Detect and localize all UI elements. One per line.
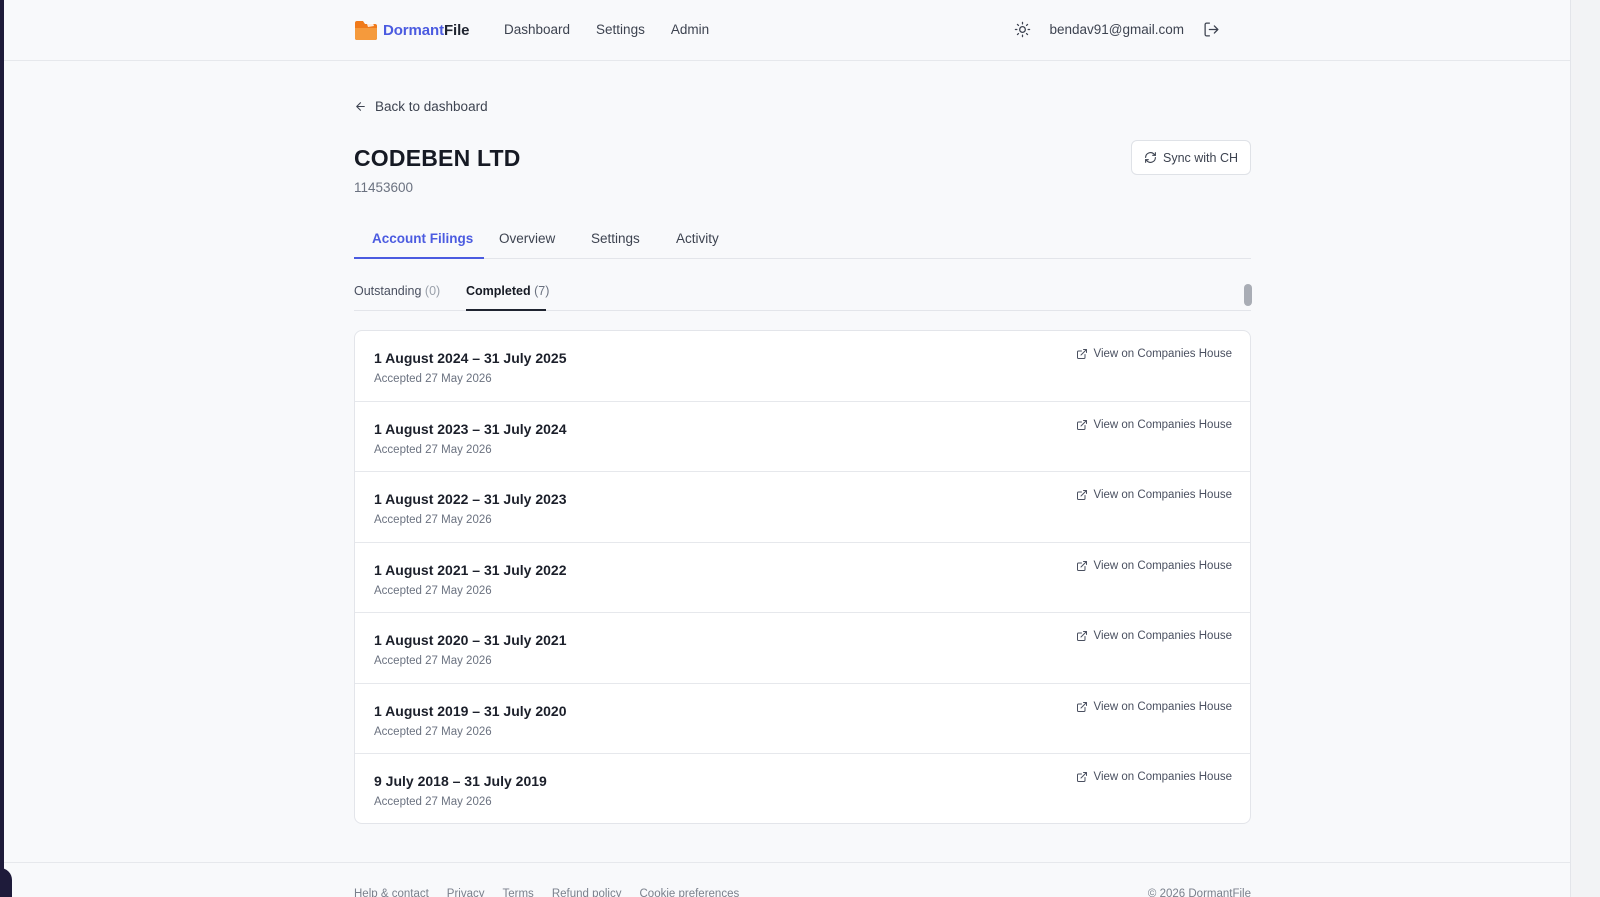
subtab-completed-label: Completed	[466, 284, 531, 298]
external-link-icon	[1077, 490, 1088, 500]
filing-row: 1 August 2022 – 31 July 2023 Accepted 27…	[355, 472, 1250, 543]
link-label: View on Companies House	[1093, 418, 1232, 431]
filing-accepted-date: Accepted 27 May 2026	[374, 443, 492, 456]
external-link-icon	[1077, 349, 1088, 359]
view-on-companies-house-link[interactable]: View on Companies House	[1076, 348, 1232, 360]
filing-period: 1 August 2023 – 31 July 2024	[374, 420, 567, 437]
view-on-companies-house-link[interactable]: View on Companies House	[1076, 630, 1232, 642]
view-on-companies-house-link[interactable]: View on Companies House	[1076, 419, 1232, 431]
filing-row: 1 August 2019 – 31 July 2020 Accepted 27…	[355, 684, 1250, 754]
tab-activity[interactable]: Activity	[676, 231, 719, 246]
filing-period: 1 August 2019 – 31 July 2020	[374, 702, 567, 719]
main-tabs: Account Filings Overview Settings Activi…	[354, 222, 1251, 259]
filing-row: 9 July 2018 – 31 July 2019 Accepted 27 M…	[355, 754, 1250, 823]
filing-period: 1 August 2020 – 31 July 2021	[374, 632, 567, 648]
tab-settings[interactable]: Settings	[591, 231, 640, 246]
link-label: View on Companies House	[1093, 489, 1232, 501]
filing-accepted-date: Accepted 27 May 2026	[374, 725, 492, 738]
active-tab-indicator	[354, 257, 484, 259]
view-on-companies-house-link[interactable]: View on Companies House	[1076, 560, 1232, 572]
footer-link-terms[interactable]: Terms	[503, 888, 534, 897]
sync-with-ch-button[interactable]: Sync with CH	[1131, 140, 1251, 175]
filing-row: 1 August 2023 – 31 July 2024 Accepted 27…	[355, 402, 1250, 472]
external-link-icon	[1077, 701, 1088, 712]
filing-subtabs: Outstanding (0) Completed (7)	[354, 280, 1251, 311]
brand-name-part1: Dormant	[383, 21, 444, 39]
filings-list: 1 August 2024 – 31 July 2025 Accepted 27…	[354, 330, 1251, 824]
sun-icon[interactable]	[1013, 20, 1031, 38]
user-email: bendav91@gmail.com	[1049, 21, 1184, 37]
external-link-icon	[1077, 419, 1088, 430]
subtab-outstanding-count: (0)	[424, 284, 441, 298]
footer-link-privacy[interactable]: Privacy	[447, 888, 485, 897]
footer-link-help[interactable]: Help & contact	[354, 888, 429, 897]
subtab-completed-count: (7)	[534, 284, 550, 298]
link-label: View on Companies House	[1093, 559, 1232, 572]
brand-logo[interactable]: DormantFile	[354, 19, 470, 41]
link-label: View on Companies House	[1093, 700, 1232, 713]
subtab-completed[interactable]: Completed (7)	[466, 284, 549, 298]
logout-icon[interactable]	[1202, 20, 1220, 38]
filing-row: 1 August 2021 – 31 July 2022 Accepted 27…	[355, 543, 1250, 613]
view-on-companies-house-link[interactable]: View on Companies House	[1076, 701, 1232, 713]
company-number: 11453600	[354, 180, 414, 195]
back-to-dashboard-link[interactable]: Back to dashboard	[354, 99, 488, 114]
nav-dashboard[interactable]: Dashboard	[504, 22, 570, 37]
copyright: © 2026 DormantFile	[1147, 888, 1251, 897]
page-title: CODEBEN LTD	[354, 145, 521, 171]
filing-accepted-date: Accepted 27 May 2026	[374, 514, 492, 526]
link-label: View on Companies House	[1093, 348, 1232, 360]
filing-period: 1 August 2022 – 31 July 2023	[374, 491, 567, 507]
view-on-companies-house-link[interactable]: View on Companies House	[1076, 771, 1232, 783]
tab-overview[interactable]: Overview	[499, 231, 555, 246]
back-label: Back to dashboard	[375, 99, 488, 114]
external-link-icon	[1077, 560, 1088, 571]
filing-accepted-date: Accepted 27 May 2026	[374, 655, 492, 667]
view-on-companies-house-link[interactable]: View on Companies House	[1076, 489, 1232, 501]
filing-row: 1 August 2020 – 31 July 2021 Accepted 27…	[355, 613, 1250, 684]
footer-links: Help & contact Privacy Terms Refund poli…	[354, 888, 739, 897]
filing-accepted-date: Accepted 27 May 2026	[374, 796, 492, 808]
link-label: View on Companies House	[1093, 630, 1232, 642]
external-link-icon	[1077, 631, 1088, 641]
filing-accepted-date: Accepted 27 May 2026	[374, 584, 492, 597]
refresh-icon	[1145, 152, 1156, 163]
user-area: bendav91@gmail.com	[1013, 20, 1220, 38]
folder-logo-icon	[355, 21, 377, 40]
brand-name-part2: File	[443, 21, 470, 39]
footer-link-cookies[interactable]: Cookie preferences	[640, 888, 740, 897]
link-label: View on Companies House	[1093, 771, 1232, 783]
filing-row: 1 August 2024 – 31 July 2025 Accepted 27…	[355, 331, 1250, 402]
top-navbar: DormantFile Dashboard Settings Admin ben…	[4, 0, 1570, 61]
active-subtab-indicator	[466, 309, 546, 311]
filing-period: 9 July 2018 – 31 July 2019	[374, 773, 547, 789]
filing-period: 1 August 2021 – 31 July 2022	[374, 561, 567, 578]
scrollbar-thumb[interactable]	[1244, 284, 1252, 306]
nav-admin[interactable]: Admin	[671, 22, 709, 37]
subtab-outstanding[interactable]: Outstanding (0)	[354, 284, 440, 298]
tab-account-filings[interactable]: Account Filings	[372, 231, 473, 246]
arrow-left-icon	[356, 102, 365, 111]
external-link-icon	[1077, 772, 1088, 782]
filing-accepted-date: Accepted 27 May 2026	[374, 373, 492, 385]
page-footer: Help & contact Privacy Terms Refund poli…	[4, 862, 1570, 897]
subtab-outstanding-label: Outstanding	[354, 284, 422, 298]
nav-settings[interactable]: Settings	[596, 22, 645, 37]
app-window: DormantFile Dashboard Settings Admin ben…	[4, 0, 1600, 897]
main-nav: Dashboard Settings Admin	[504, 22, 709, 37]
sync-label: Sync with CH	[1162, 150, 1239, 165]
filing-period: 1 August 2024 – 31 July 2025	[374, 350, 567, 366]
footer-link-refund[interactable]: Refund policy	[552, 888, 622, 897]
window-edge	[1570, 0, 1600, 897]
